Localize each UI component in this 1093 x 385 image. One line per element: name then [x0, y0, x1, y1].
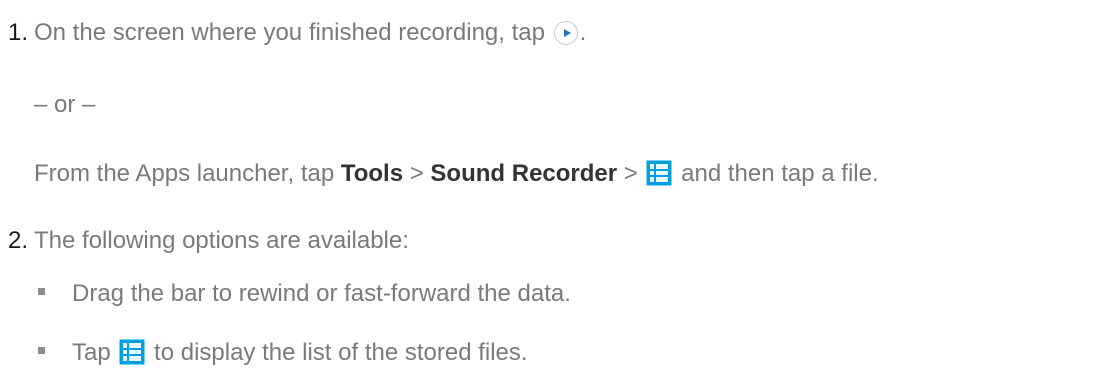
alternative-instruction: From the Apps launcher, tap Tools > Soun… [34, 160, 879, 188]
alternative-suffix: and then tap a file. [674, 160, 879, 187]
step-2-number: 2. [8, 227, 29, 254]
alternative-prefix: From the Apps launcher, tap [34, 160, 341, 187]
step-2-text: The following options are available: [34, 227, 409, 254]
menu-tools: Tools [340, 160, 404, 187]
separator-1: > [403, 160, 431, 187]
option-2-text: Tap to display the list of the stored fi… [72, 339, 528, 367]
menu-sound-recorder: Sound Recorder [430, 160, 618, 187]
step-1-text: On the screen where you finished recordi… [34, 19, 586, 47]
play-icon [553, 21, 578, 45]
step-1-label: On the screen where you finished recordi… [34, 19, 545, 46]
option-2-prefix: Tap [72, 339, 118, 366]
list-icon [119, 339, 145, 365]
bullet [38, 347, 45, 354]
separator-2: > [617, 160, 645, 187]
option-1-text: Drag the bar to rewind or fast-forward t… [72, 280, 571, 307]
step-1-period: . [579, 19, 587, 46]
list-icon [646, 160, 672, 186]
or-separator: – or – [34, 91, 96, 118]
bullet [38, 288, 45, 295]
step-1-number: 1. [8, 19, 29, 46]
option-2-suffix: to display the list of the stored files. [147, 339, 528, 366]
